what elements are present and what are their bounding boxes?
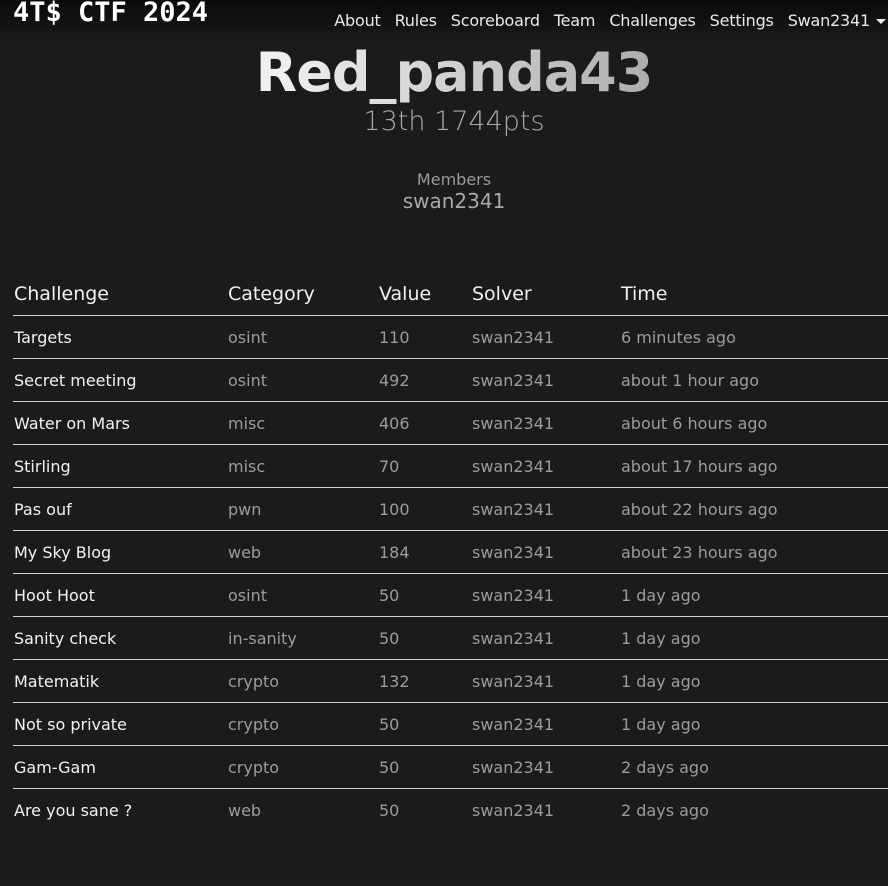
nav-about[interactable]: About (334, 11, 381, 30)
challenge-category: crypto (227, 702, 378, 746)
nav-team[interactable]: Team (554, 11, 596, 30)
table-row: Targets osint 110 swan2341 6 minutes ago (13, 315, 888, 359)
table-row: Secret meeting osint 492 swan2341 about 1 ho… (13, 358, 888, 402)
solver-link[interactable]: swan2341 (471, 530, 620, 574)
table-row: My Sky Blog web 184 swan2341 about 23 hours … (13, 530, 888, 574)
solves-table-body: Targets osint 110 swan2341 6 minutes ago Secr… (13, 315, 888, 832)
solver-link[interactable]: swan2341 (471, 745, 620, 789)
team-place-score: 13th 1744pts (363, 106, 545, 137)
challenge-category: osint (227, 315, 378, 359)
header-challenge: Challenge (13, 272, 227, 316)
challenge-link[interactable]: Hoot Hoot (13, 573, 227, 617)
challenge-category: web (228, 800, 262, 820)
challenge-category: misc (227, 444, 378, 488)
challenge-link[interactable]: Stirling (13, 444, 227, 488)
solve-time: about 23 hours ago (620, 530, 888, 574)
challenge-link[interactable]: Targets (13, 315, 227, 359)
solve-time: 6 minutes ago (620, 315, 888, 359)
challenge-link[interactable]: Not so private (13, 702, 227, 746)
table-row: Sanity check in-sanity 50 swan2341 1 day ago (13, 616, 888, 660)
solve-time: 1 day ago (620, 702, 888, 746)
solver-link[interactable]: swan2341 (471, 702, 620, 746)
solver-link[interactable]: swan2341 (471, 616, 620, 660)
solves-table: Challenge Category Value Solver Time Tar… (13, 272, 888, 831)
challenge-value: 50 (378, 616, 471, 660)
solve-time: 1 day ago (620, 659, 888, 703)
caret-down-icon (876, 19, 886, 24)
team-name: Red_panda43 (0, 40, 888, 106)
challenge-value: 492 (378, 358, 471, 402)
nav-rules[interactable]: Rules (395, 11, 437, 30)
challenge-link[interactable]: My Sky Blog (13, 530, 227, 574)
nav-settings[interactable]: Settings (710, 11, 774, 30)
challenge-category: misc (227, 401, 378, 445)
challenge-value: 50 (378, 745, 471, 789)
challenge-value: 406 (378, 401, 471, 445)
table-row: Water on Mars misc 406 swan2341 about 6 hour… (13, 401, 888, 445)
solve-time: 1 day ago (620, 573, 888, 617)
challenge-link[interactable]: Pas ouf (13, 487, 227, 531)
member-link[interactable]: swan2341 (0, 189, 888, 213)
challenge-link[interactable]: Gam-Gam (13, 745, 227, 789)
solve-time: about 22 hours ago (620, 487, 888, 531)
table-header-row: Challenge Category Value Solver Time (13, 272, 888, 316)
challenge-category: osint (227, 573, 378, 617)
navbar: 4T$ CTF 2024 About Rules Scoreboard Team… (0, 0, 888, 44)
challenge-link[interactable]: Water on Mars (13, 401, 227, 445)
solve-time: 2 days ago (621, 800, 709, 820)
header-time: Time (620, 272, 888, 316)
challenge-category: in-sanity (227, 616, 378, 660)
nav-scoreboard[interactable]: Scoreboard (451, 11, 540, 30)
nav-challenges[interactable]: Challenges (609, 11, 696, 30)
header-value: Value (378, 272, 471, 316)
challenge-category: web (227, 530, 378, 574)
challenge-link[interactable]: Are you sane ? (13, 789, 227, 832)
table-row: Stirling misc 70 swan2341 about 17 hours ago (13, 444, 888, 488)
brand-logo[interactable]: 4T$ CTF 2024 (13, 0, 208, 28)
solver-link[interactable]: swan2341 (471, 487, 620, 531)
challenge-value: 50 (379, 800, 400, 820)
user-menu-dropdown[interactable]: Swan2341 (788, 11, 886, 30)
solver-link[interactable]: swan2341 (471, 659, 620, 703)
challenge-value: 50 (378, 573, 471, 617)
challenge-category: pwn (227, 487, 378, 531)
solve-time: 1 day ago (620, 616, 888, 660)
table-row: Gam-Gam crypto 50 swan2341 2 days ago (13, 745, 888, 789)
challenge-link[interactable]: Secret meeting (13, 358, 227, 402)
challenge-link[interactable]: Matematik (13, 659, 227, 703)
table-row: Pas ouf pwn 100 swan2341 about 22 hours ago (13, 487, 888, 531)
challenge-link[interactable]: Sanity check (13, 616, 227, 660)
user-menu-label: Swan2341 (787, 11, 871, 30)
solver-link[interactable]: swan2341 (471, 401, 620, 445)
solver-link[interactable]: swan2341 (471, 573, 620, 617)
solve-time: about 17 hours ago (620, 444, 888, 488)
challenge-category: crypto (227, 659, 378, 703)
members-label: Members (416, 170, 492, 189)
nav-links: About Rules Scoreboard Team Challenges S… (320, 11, 886, 30)
solve-time: 2 days ago (620, 745, 888, 789)
solve-time: about 6 hours ago (620, 401, 888, 445)
table-row: Not so private crypto 50 swan2341 1 day ago (13, 702, 888, 746)
table-row: Hoot Hoot osint 50 swan2341 1 day ago (13, 573, 888, 617)
challenge-value: 184 (378, 530, 471, 574)
challenge-category: osint (227, 358, 378, 402)
challenge-value: 132 (378, 659, 471, 703)
table-row: Matematik crypto 132 swan2341 1 day ago (13, 659, 888, 703)
solver-link[interactable]: swan2341 (471, 315, 620, 359)
solver-link[interactable]: swan2341 (471, 444, 620, 488)
challenge-category: crypto (227, 745, 378, 789)
challenge-value: 100 (378, 487, 471, 531)
table-row: Are you sane ? web 50 swan2341 2 days ago (13, 789, 888, 832)
solver-link[interactable]: swan2341 (471, 789, 620, 832)
challenge-value: 70 (378, 444, 471, 488)
solver-link[interactable]: swan2341 (471, 358, 620, 402)
header-category: Category (227, 272, 378, 316)
header-solver: Solver (471, 272, 620, 316)
challenge-value: 110 (378, 315, 471, 359)
solve-time: about 1 hour ago (620, 358, 888, 402)
challenge-value: 50 (378, 702, 471, 746)
